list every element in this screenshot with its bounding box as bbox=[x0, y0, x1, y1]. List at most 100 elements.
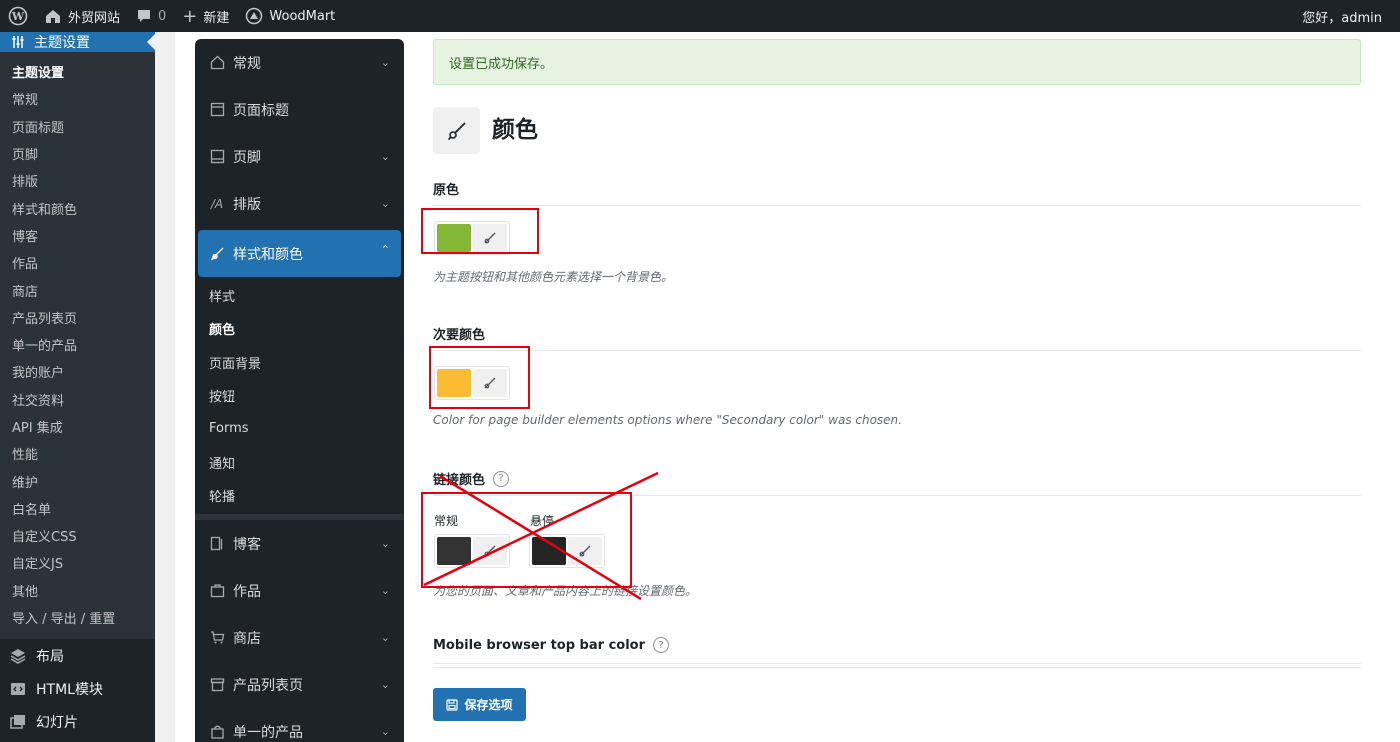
nav-label: 商店 bbox=[233, 630, 261, 647]
brush-icon bbox=[209, 246, 225, 261]
mobile-bar-color-title: Mobile browser top bar color ? bbox=[433, 637, 670, 653]
submenu-item[interactable]: 自定义JS bbox=[0, 549, 155, 576]
submenu-item[interactable]: 常规 bbox=[0, 85, 155, 112]
chevron-down-icon: ⌄ bbox=[380, 56, 390, 69]
nav-item-general[interactable]: 常规 ⌄ bbox=[195, 39, 404, 86]
field-divider bbox=[433, 495, 1361, 496]
home-icon bbox=[209, 55, 225, 70]
submenu-item[interactable]: 导入 / 导出 / 重置 bbox=[0, 604, 155, 631]
submenu-item[interactable]: 其他 bbox=[0, 577, 155, 604]
submenu-item[interactable]: API 集成 bbox=[0, 413, 155, 440]
submenu-item[interactable]: 白名单 bbox=[0, 495, 155, 522]
submenu-item[interactable]: 博客 bbox=[0, 222, 155, 249]
comments-link[interactable]: 0 bbox=[128, 0, 174, 32]
submenu-item[interactable]: 产品列表页 bbox=[0, 304, 155, 331]
nav-subitem[interactable]: 通知 bbox=[195, 445, 404, 478]
secondary-color-picker[interactable] bbox=[434, 366, 510, 400]
greeting: 您好，admin bbox=[1302, 10, 1382, 26]
nav-label: 博客 bbox=[233, 536, 261, 553]
nav-label: 页面标题 bbox=[233, 102, 289, 119]
submenu-item[interactable]: 作品 bbox=[0, 249, 155, 276]
color-swatch[interactable] bbox=[437, 537, 471, 565]
chevron-down-icon: ⌄ bbox=[380, 150, 390, 163]
code-block-icon bbox=[10, 681, 26, 697]
submenu-item[interactable]: 排版 bbox=[0, 167, 155, 194]
color-swatch[interactable] bbox=[437, 369, 471, 397]
menu-item-label: HTML模块 bbox=[36, 681, 103, 698]
wordpress-logo-button[interactable]: W bbox=[0, 0, 36, 32]
chevron-down-icon: ⌄ bbox=[380, 197, 390, 210]
link-hover-color-picker[interactable] bbox=[529, 534, 605, 568]
color-swatch[interactable] bbox=[532, 537, 566, 565]
nav-item-blog[interactable]: 博客 ⌄ bbox=[195, 520, 404, 567]
woodmart-link[interactable]: WoodMart bbox=[237, 0, 343, 32]
link-normal-color-picker[interactable] bbox=[434, 534, 510, 568]
admin-menu: 主题设置 主题设置 常规 页面标题 页脚 排版 样式和颜色 博客 作品 商店 产… bbox=[0, 32, 155, 742]
nav-subitem[interactable]: 按钮 bbox=[195, 379, 404, 412]
link-hover-label: 悬停 bbox=[530, 514, 555, 528]
section-title: 颜色 bbox=[492, 117, 538, 143]
eyedropper-icon[interactable] bbox=[473, 369, 507, 397]
site-name-link[interactable]: 外贸网站 bbox=[36, 0, 128, 32]
eyedropper-icon[interactable] bbox=[568, 537, 602, 565]
menu-item-html-blocks[interactable]: HTML模块 bbox=[0, 672, 155, 705]
nav-item-portfolio[interactable]: 作品 ⌄ bbox=[195, 567, 404, 614]
menu-item-slides[interactable]: 幻灯片 bbox=[0, 705, 155, 738]
save-icon bbox=[446, 698, 459, 711]
nav-item-footer[interactable]: 页脚 ⌄ bbox=[195, 133, 404, 180]
submenu-item[interactable]: 自定义CSS bbox=[0, 522, 155, 549]
nav-item-styles-colors[interactable]: 样式和颜色 ⌃ bbox=[198, 230, 401, 277]
eyedropper-icon[interactable] bbox=[473, 537, 507, 565]
menu-item-layouts[interactable]: 布局 bbox=[0, 639, 155, 672]
submenu-item[interactable]: 样式和颜色 bbox=[0, 194, 155, 221]
submenu-item[interactable]: 主题设置 bbox=[0, 58, 155, 85]
nav-subitem[interactable]: 页面背景 bbox=[195, 346, 404, 379]
secondary-color-description: Color for page builder elements options … bbox=[433, 413, 902, 427]
new-label: 新建 bbox=[203, 10, 230, 26]
nav-item-typography[interactable]: /A 排版 ⌄ bbox=[195, 180, 404, 227]
submenu-item[interactable]: 页脚 bbox=[0, 140, 155, 167]
nav-item-product-archive[interactable]: 产品列表页 ⌄ bbox=[195, 661, 404, 708]
submenu-item[interactable]: 商店 bbox=[0, 276, 155, 303]
nav-subitem[interactable]: 轮播 bbox=[195, 479, 404, 512]
submenu-item[interactable]: 我的账户 bbox=[0, 358, 155, 385]
help-icon[interactable]: ? bbox=[653, 637, 670, 653]
submenu-item[interactable]: 性能 bbox=[0, 440, 155, 467]
save-options-button[interactable]: 保存选项 bbox=[433, 688, 526, 721]
nav-subitem[interactable]: 样式 bbox=[195, 279, 404, 312]
chevron-up-icon: ⌃ bbox=[380, 243, 390, 256]
brush-icon bbox=[433, 107, 480, 154]
nav-label: 产品列表页 bbox=[233, 677, 303, 694]
nav-item-single-product[interactable]: 单一的产品 ⌄ bbox=[195, 708, 404, 742]
svg-text:W: W bbox=[11, 10, 25, 23]
sliders-icon bbox=[10, 34, 26, 50]
chevron-down-icon: ⌄ bbox=[380, 725, 390, 739]
nav-item-page-title[interactable]: 页面标题 bbox=[195, 86, 404, 133]
nav-label: 常规 bbox=[233, 55, 261, 72]
primary-color-picker[interactable] bbox=[434, 221, 510, 255]
field-title-text: 链接颜色 bbox=[433, 473, 486, 488]
color-swatch[interactable] bbox=[437, 224, 471, 252]
portfolio-icon bbox=[209, 583, 225, 598]
link-color-description: 为您的页面、文章和产品内容上的链接设置颜色。 bbox=[433, 584, 698, 598]
home-icon bbox=[46, 10, 60, 23]
nav-subitem[interactable]: Forms bbox=[195, 412, 404, 445]
nav-item-shop[interactable]: 商店 ⌄ bbox=[195, 614, 404, 661]
submenu-item[interactable]: 维护 bbox=[0, 467, 155, 494]
field-divider bbox=[433, 663, 1361, 664]
new-content-link[interactable]: + 新建 bbox=[174, 0, 237, 32]
admin-bar: W 外贸网站 0 + 新建 WoodMart 您好，admin bbox=[0, 0, 1400, 32]
account-menu[interactable]: 您好，admin bbox=[1294, 0, 1400, 32]
submenu-item[interactable]: 页面标题 bbox=[0, 113, 155, 140]
comment-icon bbox=[138, 10, 151, 22]
field-title-text: 原色 bbox=[433, 183, 460, 198]
chevron-down-icon: ⌄ bbox=[380, 537, 390, 551]
submenu-item[interactable]: 社交资料 bbox=[0, 386, 155, 413]
menu-item-theme-settings[interactable]: 主题设置 bbox=[0, 32, 155, 52]
help-icon[interactable]: ? bbox=[493, 470, 510, 487]
styles-colors-submenu: 样式 颜色 页面背景 按钮 Forms 通知 轮播 bbox=[195, 277, 404, 518]
nav-subitem-active[interactable]: 颜色 bbox=[195, 312, 404, 345]
eyedropper-icon[interactable] bbox=[473, 224, 507, 252]
submenu-item[interactable]: 单一的产品 bbox=[0, 331, 155, 358]
title-icon bbox=[209, 102, 225, 117]
